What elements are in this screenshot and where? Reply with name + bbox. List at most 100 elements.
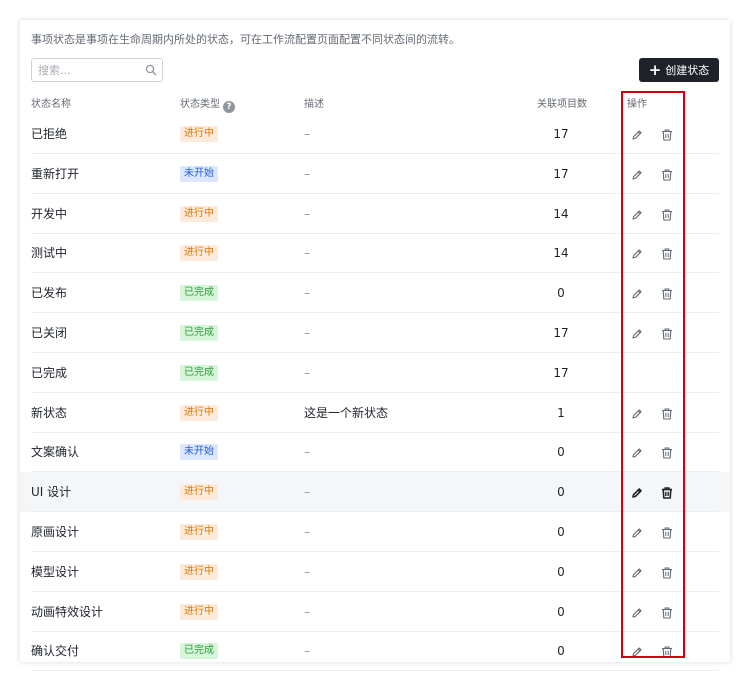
status-type-badge: 已完成 xyxy=(180,364,218,381)
status-type-badge: 未开始 xyxy=(180,444,218,461)
table-row: 原画设计 进行中 – 0 xyxy=(20,512,730,552)
related-project-count: 0 xyxy=(557,564,565,579)
table-row: 已关闭 已完成 – 17 xyxy=(20,313,730,353)
edit-icon[interactable] xyxy=(630,644,644,658)
status-description: – xyxy=(304,365,310,380)
create-status-button[interactable]: + 创建状态 xyxy=(639,58,719,82)
table-row: UI 设计 进行中 – 0 xyxy=(20,472,730,513)
column-header-type-label: 状态类型 xyxy=(180,99,220,110)
status-name: 开发中 xyxy=(31,206,68,221)
status-name: 确认交付 xyxy=(31,644,80,659)
edit-icon[interactable] xyxy=(630,207,644,221)
edit-icon[interactable] xyxy=(630,485,644,499)
edit-icon[interactable] xyxy=(630,326,644,340)
status-name: 动画特效设计 xyxy=(31,604,104,619)
delete-icon[interactable] xyxy=(660,644,674,658)
status-type-badge: 进行中 xyxy=(180,245,218,262)
panel-description: 事项状态是事项在生命周期内所处的状态，可在工作流配置页面配置不同状态间的流转。 xyxy=(31,33,460,46)
edit-icon[interactable] xyxy=(630,565,644,579)
edit-icon[interactable] xyxy=(630,167,644,181)
status-name: 已完成 xyxy=(31,365,68,380)
status-type-badge: 进行中 xyxy=(180,205,218,222)
status-type-badge: 已完成 xyxy=(180,325,218,341)
search-box[interactable] xyxy=(31,58,163,82)
delete-icon[interactable] xyxy=(660,286,674,300)
search-icon xyxy=(145,64,157,76)
delete-icon[interactable] xyxy=(660,445,674,459)
related-project-count: 14 xyxy=(553,246,569,261)
delete-icon[interactable] xyxy=(660,525,674,539)
search-input[interactable] xyxy=(38,59,138,81)
edit-icon[interactable] xyxy=(630,445,644,459)
status-description: – xyxy=(304,644,310,659)
related-project-count: 0 xyxy=(557,644,565,659)
status-type-badge: 已完成 xyxy=(180,643,218,660)
status-name: 新状态 xyxy=(31,405,68,420)
help-icon[interactable]: ? xyxy=(223,101,235,113)
status-description: – xyxy=(304,286,310,301)
column-header-description: 描述 xyxy=(304,99,324,110)
status-description: – xyxy=(304,525,310,539)
edit-icon[interactable] xyxy=(630,406,644,420)
delete-icon[interactable] xyxy=(660,605,674,619)
status-description: – xyxy=(304,326,310,340)
delete-icon[interactable] xyxy=(660,207,674,221)
status-description: – xyxy=(304,246,310,261)
status-description: – xyxy=(304,166,310,181)
status-description: – xyxy=(304,206,310,221)
related-project-count: 0 xyxy=(557,445,565,460)
edit-icon[interactable] xyxy=(630,246,644,260)
delete-icon[interactable] xyxy=(660,406,674,420)
edit-icon[interactable] xyxy=(630,525,644,539)
column-header-count: 关联项目数 xyxy=(537,99,587,110)
related-project-count: 17 xyxy=(553,127,569,141)
status-name: 已关闭 xyxy=(31,326,68,340)
table-row: 动画特效设计 进行中 – 0 xyxy=(20,592,730,632)
status-description: 这是一个新状态 xyxy=(304,405,389,420)
status-description: – xyxy=(304,604,310,619)
related-project-count: 17 xyxy=(553,326,569,340)
table-row: 确认交付 已完成 – 0 xyxy=(20,631,730,672)
status-type-badge: 进行中 xyxy=(180,524,218,540)
table-row: 已完成 已完成 – 17 xyxy=(20,353,730,393)
edit-icon[interactable] xyxy=(630,127,644,141)
related-project-count: 14 xyxy=(553,206,569,221)
delete-icon[interactable] xyxy=(660,565,674,579)
table-row: 文案确认 未开始 – 0 xyxy=(20,432,730,473)
related-project-count: 0 xyxy=(557,286,565,301)
related-project-count: 0 xyxy=(557,485,565,500)
status-name: 重新打开 xyxy=(31,166,80,181)
related-project-count: 17 xyxy=(553,365,569,380)
edit-icon[interactable] xyxy=(630,286,644,300)
delete-icon[interactable] xyxy=(660,127,674,141)
plus-icon: + xyxy=(648,60,662,79)
table-row: 开发中 进行中 – 14 xyxy=(20,194,730,234)
status-name: 模型设计 xyxy=(31,564,80,579)
status-description: – xyxy=(304,445,310,460)
delete-icon[interactable] xyxy=(660,485,674,499)
table-row: 模型设计 进行中 – 0 xyxy=(20,552,730,592)
table-row: 重新打开 未开始 – 17 xyxy=(20,154,730,194)
row-divider xyxy=(31,670,719,672)
status-name: 原画设计 xyxy=(31,525,80,539)
column-header-type: 状态类型? xyxy=(180,95,235,113)
delete-icon[interactable] xyxy=(660,167,674,181)
delete-icon[interactable] xyxy=(660,246,674,260)
create-status-label: 创建状态 xyxy=(665,64,710,77)
related-project-count: 1 xyxy=(557,405,565,420)
table-row: 已拒绝 进行中 – 17 xyxy=(20,114,730,154)
edit-icon[interactable] xyxy=(630,605,644,619)
status-type-badge: 进行中 xyxy=(180,404,218,421)
status-type-badge: 进行中 xyxy=(180,563,218,580)
related-project-count: 0 xyxy=(557,525,565,539)
status-type-badge: 已完成 xyxy=(180,285,218,302)
table-row: 新状态 进行中 这是一个新状态 1 xyxy=(20,393,730,433)
status-name: 测试中 xyxy=(31,246,68,261)
table-row: 测试中 进行中 – 14 xyxy=(20,233,730,274)
delete-icon[interactable] xyxy=(660,326,674,340)
status-name: 已发布 xyxy=(31,286,68,301)
status-name: UI 设计 xyxy=(31,485,72,500)
status-name: 文案确认 xyxy=(31,445,80,460)
related-project-count: 0 xyxy=(557,604,565,619)
related-project-count: 17 xyxy=(553,166,569,181)
